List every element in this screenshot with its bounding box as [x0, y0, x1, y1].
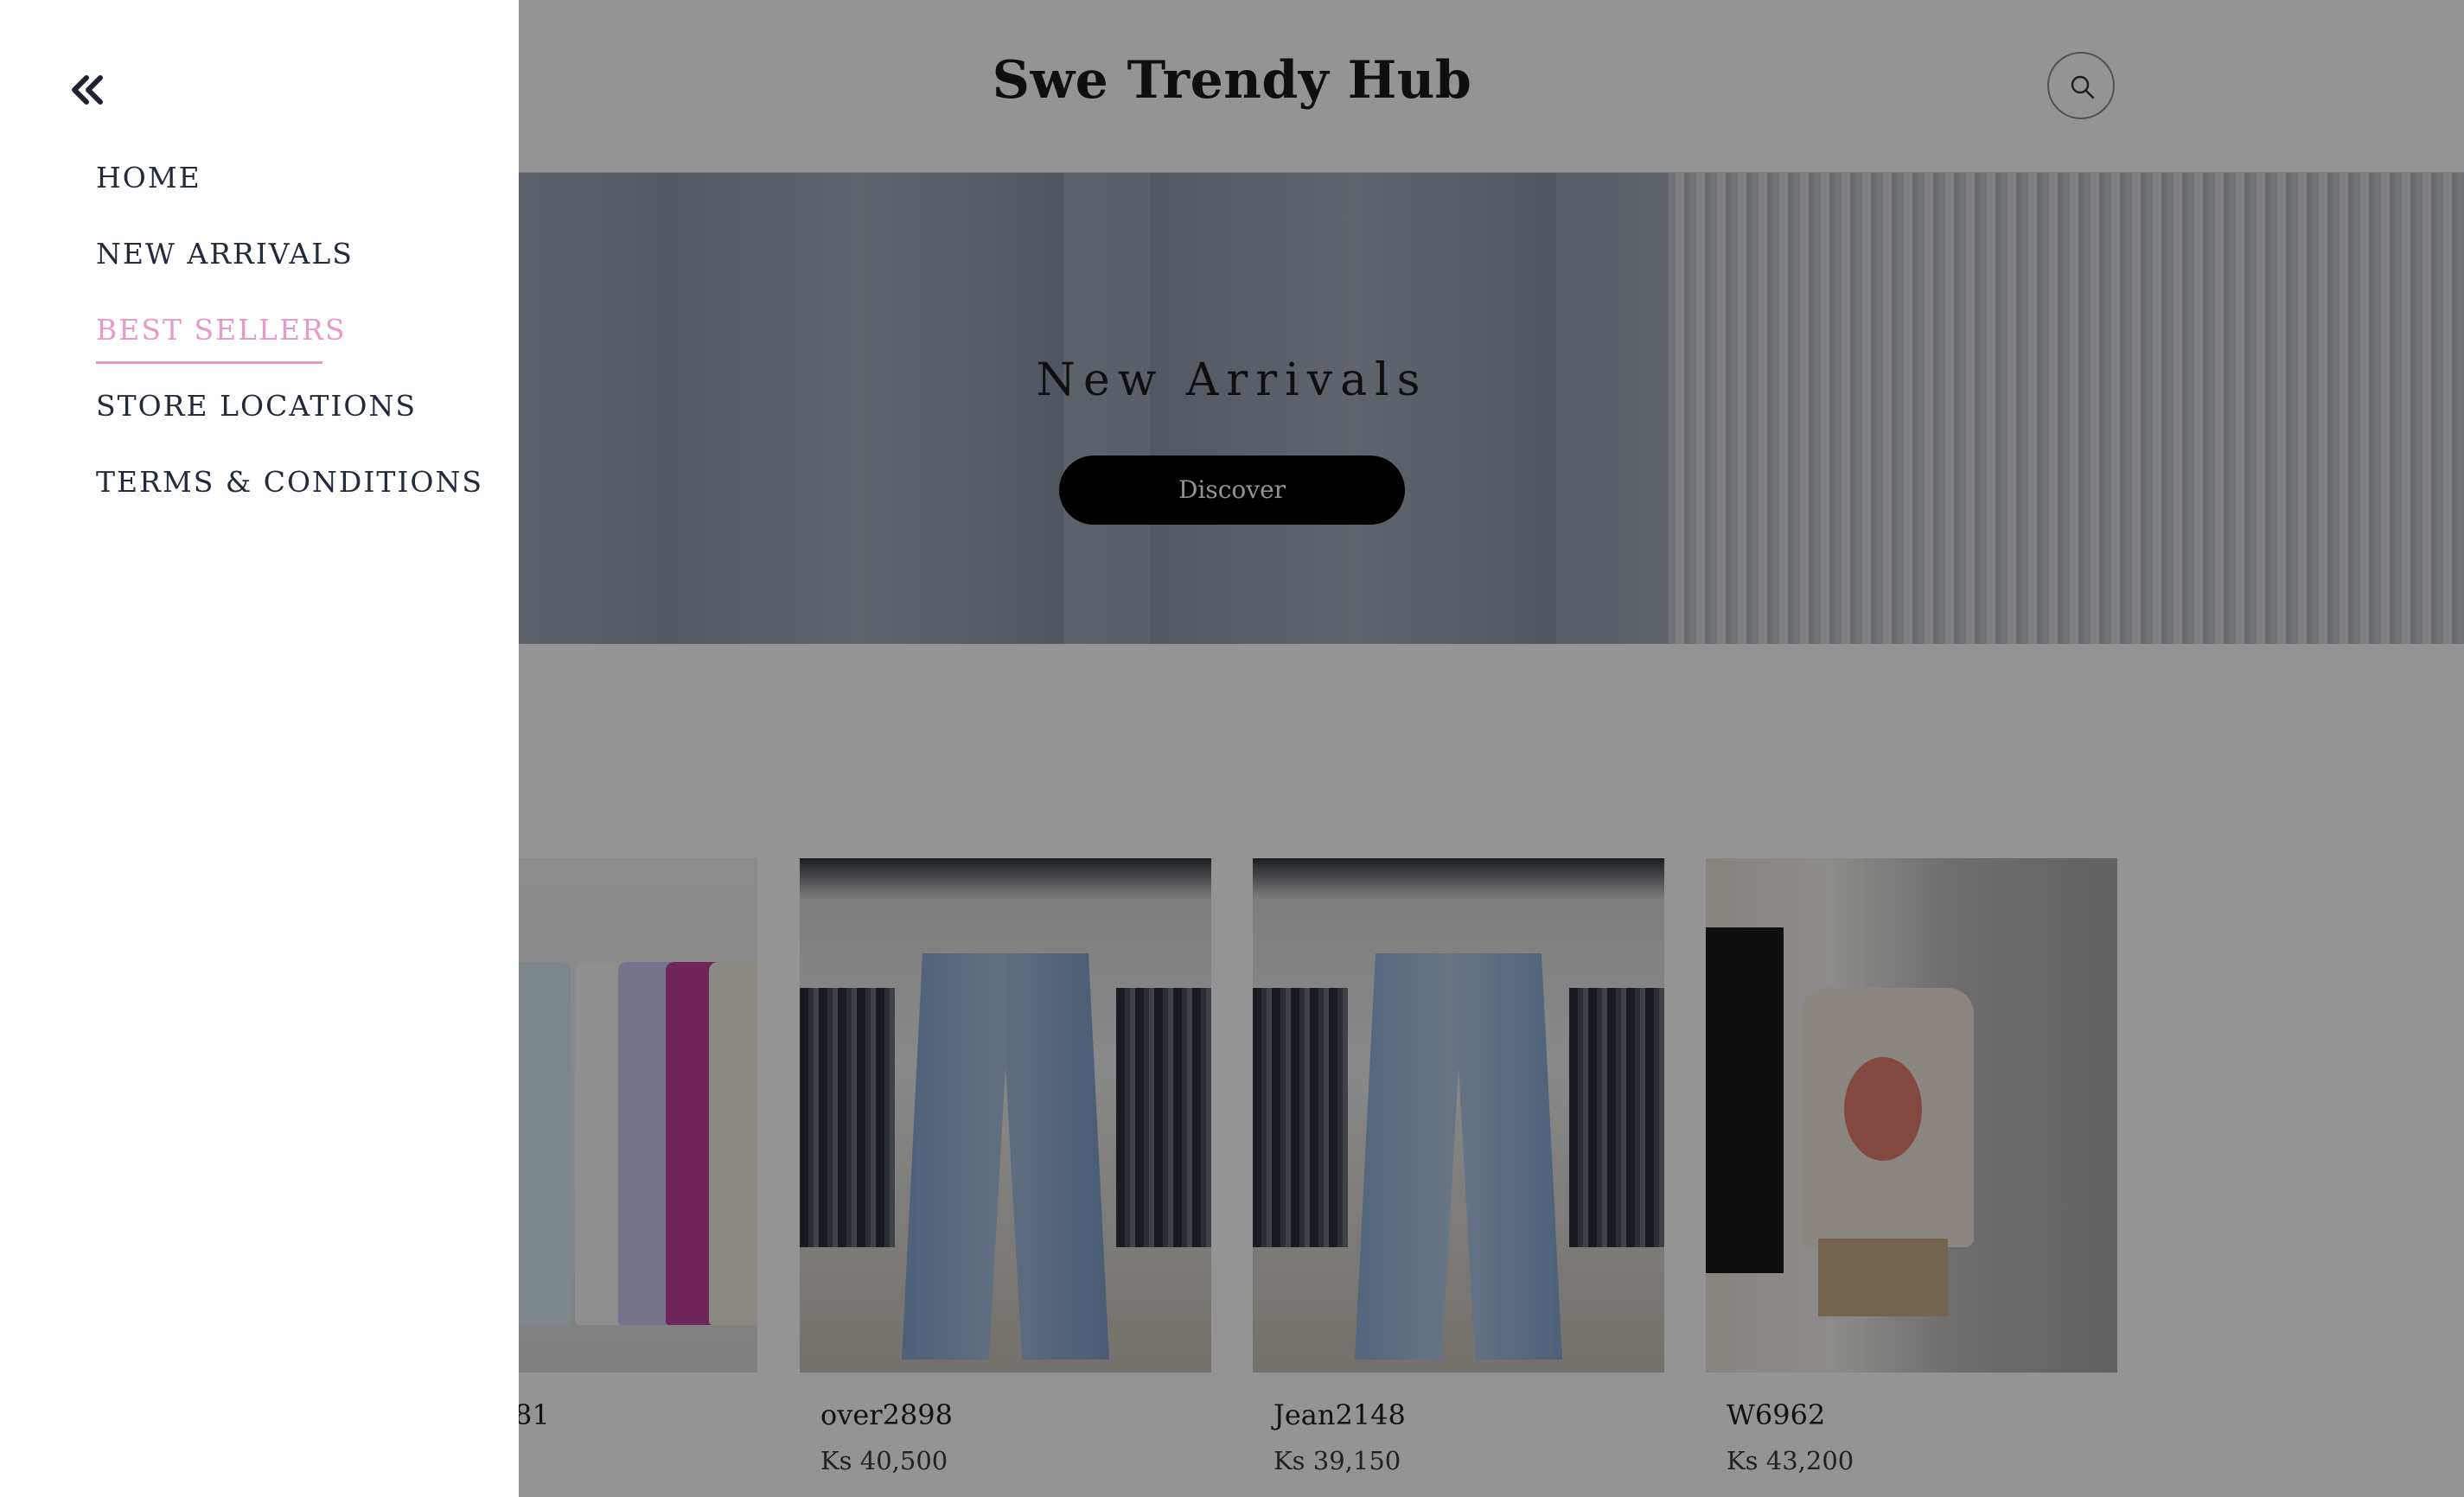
double-chevron-left-icon — [72, 75, 103, 105]
drawer-nav: HOME NEW ARRIVALS BEST SELLERS STORE LOC… — [96, 154, 483, 534]
nav-item-store-locations[interactable]: STORE LOCATIONS — [96, 382, 483, 458]
close-drawer-button[interactable] — [69, 73, 111, 107]
nav-item-best-sellers[interactable]: BEST SELLERS — [96, 306, 483, 382]
nav-item-terms-conditions[interactable]: TERMS & CONDITIONS — [96, 458, 483, 534]
side-drawer: HOME NEW ARRIVALS BEST SELLERS STORE LOC… — [0, 0, 519, 1497]
nav-item-home[interactable]: HOME — [96, 154, 483, 230]
active-nav-underline — [96, 361, 322, 364]
nav-item-new-arrivals[interactable]: NEW ARRIVALS — [96, 230, 483, 306]
